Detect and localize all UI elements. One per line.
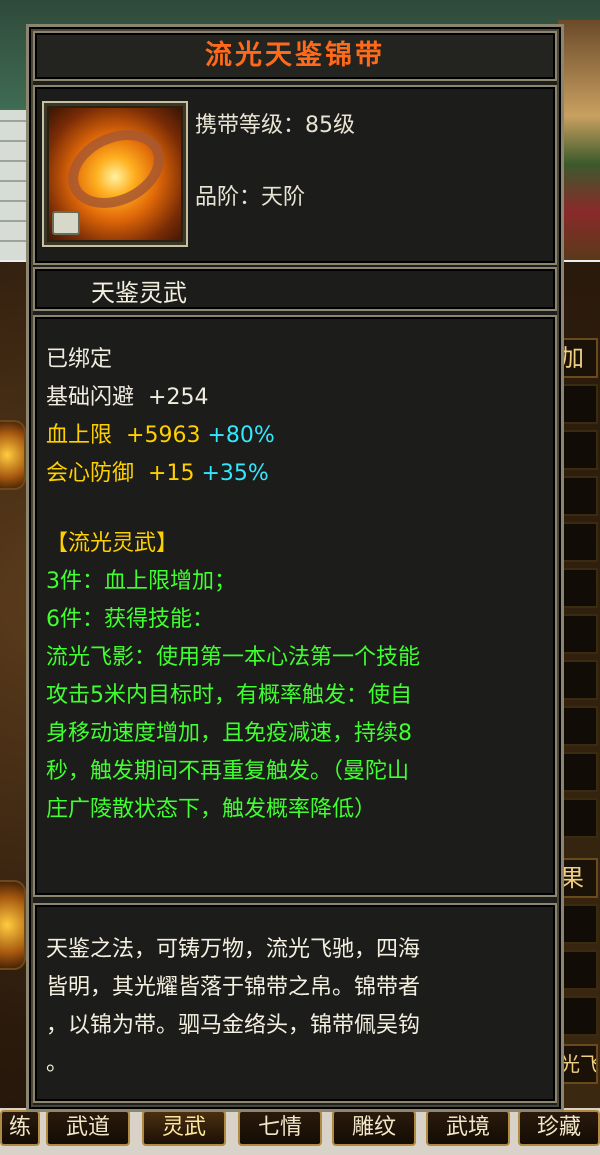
stat-hp-label: 血上限 [46, 423, 113, 448]
tab-qiqing[interactable]: 七情 [238, 1110, 322, 1146]
item-name: 流光天鉴锦带 [33, 31, 557, 81]
tab-practice[interactable]: 练 [0, 1110, 40, 1146]
item-grade: 品阶：天阶 [195, 185, 306, 210]
stat-hp-bonus: +80% [207, 423, 275, 448]
description-line: ，以锦为带。驷马金络头，锦带佩吴钩 [46, 1013, 421, 1038]
set-line: 6件：获得技能： [46, 607, 214, 632]
set-line: 攻击5米内目标时，有概率触发：使自 [46, 683, 412, 708]
tab-lingwu[interactable]: 灵武 [142, 1110, 226, 1146]
left-slot-orb[interactable] [0, 420, 26, 490]
stat-crit-def-bonus: +35% [201, 461, 269, 486]
set-line: 身移动速度增加，且免疫减速，持续8 [46, 721, 412, 746]
tab-diaowen[interactable]: 雕纹 [332, 1110, 416, 1146]
stat-crit-def-value: +15 [148, 461, 195, 486]
bound-status: 已绑定 [46, 347, 113, 372]
set-line: 流光飞影：使用第一本心法第一个技能 [46, 645, 421, 670]
stat-dodge: 基础闪避 +254 [46, 379, 208, 411]
bind-badge-icon [52, 211, 80, 235]
set-line: 秒，触发期间不再重复触发。（曼陀山 [46, 759, 410, 784]
tab-wudao[interactable]: 武道 [46, 1110, 130, 1146]
stat-hp-value: +5963 [126, 423, 201, 448]
stat-dodge-value: +254 [148, 385, 209, 410]
description-line: 皆明，其光耀皆落于锦带之帛。锦带者 [46, 975, 421, 1000]
stat-crit-def: 会心防御 +15 +35% [46, 455, 269, 487]
description-line: 。 [46, 1051, 69, 1076]
set-line: 3件：血上限增加； [46, 569, 236, 594]
description-line: 天鉴之法，可铸万物，流光飞驰，四海 [46, 937, 421, 962]
item-level: 携带等级：85级 [195, 113, 355, 138]
item-icon-frame [42, 101, 188, 247]
item-category: 天鉴灵武 [91, 279, 187, 307]
tab-collection[interactable]: 珍藏 [518, 1110, 600, 1146]
tab-wujing[interactable]: 武境 [426, 1110, 510, 1146]
set-title: 【流光灵武】 [46, 531, 179, 556]
stat-hp: 血上限 +5963 +80% [46, 417, 275, 449]
scene-right-decoration [558, 20, 600, 260]
set-line: 庄广陵散状态下，触发概率降低） [46, 797, 377, 822]
stat-dodge-label: 基础闪避 [46, 385, 135, 410]
stat-crit-def-label: 会心防御 [46, 461, 135, 486]
item-tooltip: 流光天鉴锦带 携带等级：85级 品阶：天阶 天鉴灵武 已绑定 基础闪避 +254… [26, 24, 564, 1112]
left-slot-orb[interactable] [0, 880, 26, 970]
